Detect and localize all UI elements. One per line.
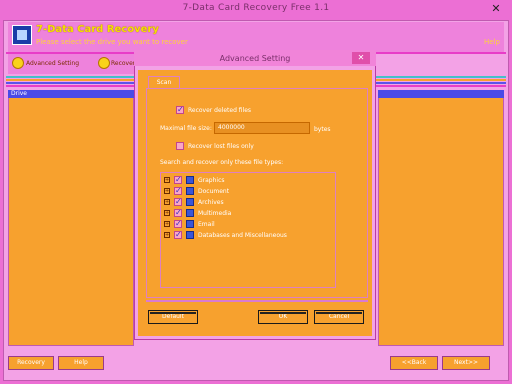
drive-info-header: [378, 90, 504, 98]
ok-button[interactable]: OK: [258, 310, 308, 324]
file-type-checkbox[interactable]: [174, 219, 182, 228]
header-subtitle: Please select the drive you want to reco…: [36, 38, 188, 46]
recovery-button[interactable]: Recovery: [8, 356, 54, 370]
dialog-title: Advanced Setting: [219, 54, 291, 63]
window-close-button[interactable]: ✕: [488, 2, 504, 16]
toolbar-item-advanced-setting[interactable]: Advanced Setting: [26, 60, 79, 67]
max-size-unit: bytes: [314, 126, 331, 133]
cancel-button[interactable]: Cancel: [314, 310, 364, 324]
file-type-checkbox[interactable]: [174, 230, 182, 239]
drive-list-header: Drive: [8, 90, 134, 98]
expand-icon[interactable]: +: [164, 221, 170, 227]
file-type-checkbox[interactable]: [174, 175, 182, 184]
file-type-label: Databases and Miscellaneous: [198, 232, 287, 239]
drive-column-label: Drive: [11, 90, 27, 97]
file-type-label: Multimedia: [198, 210, 232, 217]
folder-icon: [186, 176, 194, 184]
file-type-label: Graphics: [198, 177, 225, 184]
tab-scan[interactable]: Scan: [148, 76, 180, 88]
folder-icon: [186, 187, 194, 195]
expand-icon[interactable]: +: [164, 232, 170, 238]
expand-icon[interactable]: +: [164, 177, 170, 183]
drive-info-panel: [378, 90, 504, 346]
file-type-checkbox[interactable]: [174, 197, 182, 206]
next-button[interactable]: Next>>: [442, 356, 490, 370]
expand-icon[interactable]: +: [164, 188, 170, 194]
default-button[interactable]: Default: [148, 310, 198, 324]
settings-icon[interactable]: [12, 57, 24, 69]
file-type-label: Archives: [198, 199, 224, 206]
folder-icon: [186, 231, 194, 239]
recover-deleted-label: Recover deleted files: [188, 107, 252, 114]
expand-icon[interactable]: +: [164, 210, 170, 216]
folder-icon: [186, 198, 194, 206]
folder-icon: [186, 220, 194, 228]
help-button[interactable]: Help: [58, 356, 104, 370]
recover-deleted-checkbox[interactable]: [176, 105, 184, 114]
recover-lost-only-checkbox[interactable]: [176, 142, 184, 150]
file-type-checkbox[interactable]: [174, 208, 182, 217]
file-types-label: Search and recover only these file types…: [160, 159, 284, 166]
recover-lost-only-label: Recover lost files only: [188, 143, 254, 150]
expand-icon[interactable]: +: [164, 199, 170, 205]
file-type-label: Email: [198, 221, 215, 228]
dialog-close-button[interactable]: ✕: [352, 52, 370, 64]
max-size-input[interactable]: 4000000: [214, 122, 310, 134]
app-name: 7-Data Card Recovery: [36, 24, 159, 35]
max-size-label: Maximal file size:: [160, 125, 212, 132]
app-logo-icon: [12, 25, 32, 45]
dialog-separator: [146, 300, 368, 302]
back-button[interactable]: <<Back: [390, 356, 438, 370]
window-title: 7-Data Card Recovery Free 1.1: [182, 3, 330, 13]
file-type-label: Document: [198, 188, 230, 195]
folder-icon: [186, 209, 194, 217]
file-type-checkbox[interactable]: [174, 186, 182, 195]
drive-list-panel[interactable]: [8, 90, 134, 346]
recovery-icon[interactable]: [98, 57, 110, 69]
help-link[interactable]: Help: [484, 38, 500, 46]
